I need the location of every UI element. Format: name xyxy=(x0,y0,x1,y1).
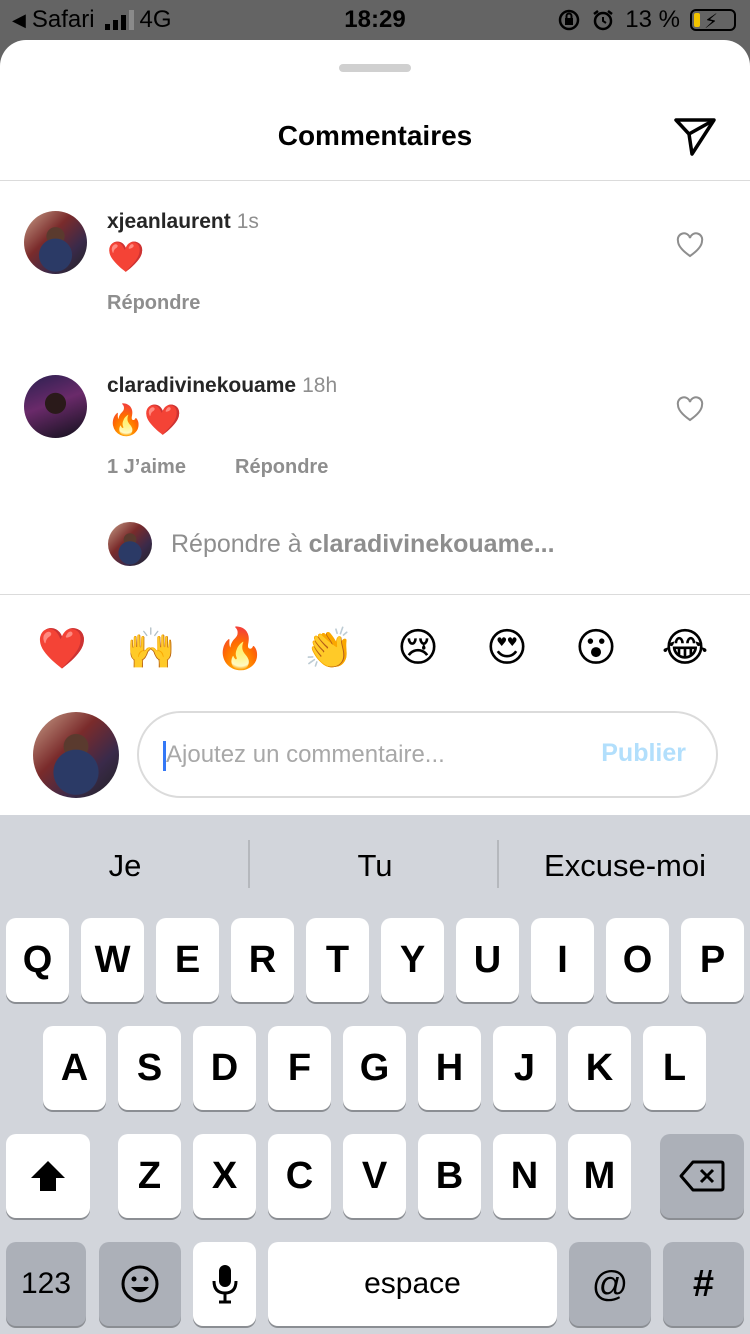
heart-icon[interactable] xyxy=(676,232,704,260)
prediction-2[interactable]: Tu xyxy=(250,848,500,884)
username-text[interactable]: claradivinekouame xyxy=(107,374,296,397)
prediction-divider xyxy=(497,840,499,888)
publish-button[interactable]: Publier xyxy=(601,739,686,768)
emoji-laughing[interactable]: 😂 xyxy=(655,625,715,671)
dictation-key[interactable] xyxy=(193,1242,256,1326)
key-p[interactable]: P xyxy=(681,918,744,1002)
comment-text: ❤️ xyxy=(107,241,145,274)
alarm-icon xyxy=(593,10,614,31)
likes-count[interactable]: 1 J’aime xyxy=(107,456,186,479)
comment-time: 1s xyxy=(236,210,259,233)
key-z[interactable]: Z xyxy=(118,1134,181,1218)
comment-username[interactable]: claradivinekouame 18h xyxy=(107,374,337,398)
comments-sheet: Commentaires xjeanlaurent 1s ❤️ Répondre … xyxy=(0,40,750,815)
key-q[interactable]: Q xyxy=(6,918,69,1002)
reply-prompt-target: claradivinekouame... xyxy=(308,530,555,558)
key-t[interactable]: T xyxy=(306,918,369,1002)
key-s[interactable]: S xyxy=(118,1026,181,1110)
key-j[interactable]: J xyxy=(493,1026,556,1110)
emoji-divider xyxy=(0,594,750,595)
username-text[interactable]: xjeanlaurent xyxy=(107,210,231,233)
shift-key[interactable] xyxy=(6,1134,90,1218)
avatar[interactable] xyxy=(24,211,87,274)
key-a[interactable]: A xyxy=(43,1026,106,1110)
emoji-surprised[interactable]: 😮 xyxy=(566,625,626,671)
delete-key[interactable] xyxy=(660,1134,744,1218)
key-g[interactable]: G xyxy=(343,1026,406,1110)
emoji-heart[interactable]: ❤️ xyxy=(32,625,92,672)
send-icon[interactable] xyxy=(670,112,718,160)
key-d[interactable]: D xyxy=(193,1026,256,1110)
emoji-clap[interactable]: 👏 xyxy=(299,625,359,672)
heart-icon[interactable] xyxy=(676,396,704,424)
emoji-raised-hands[interactable]: 🙌 xyxy=(121,625,181,672)
key-e[interactable]: E xyxy=(156,918,219,1002)
microphone-icon xyxy=(212,1265,237,1304)
key-f[interactable]: F xyxy=(268,1026,331,1110)
comment-text: 🔥❤️ xyxy=(107,404,182,437)
key-b[interactable]: B xyxy=(418,1134,481,1218)
key-o[interactable]: O xyxy=(606,918,669,1002)
comment-username[interactable]: xjeanlaurent 1s xyxy=(107,210,259,234)
sheet-grabber[interactable] xyxy=(339,64,411,72)
key-n[interactable]: N xyxy=(493,1134,556,1218)
numbers-key[interactable]: 123 xyxy=(6,1242,86,1326)
key-r[interactable]: R xyxy=(231,918,294,1002)
reply-prompt[interactable]: Répondre à claradivinekouame... xyxy=(171,530,555,559)
keyboard: Je Tu Excuse-moi Q W E R T Y U I O P A S… xyxy=(0,815,750,1334)
space-key[interactable]: espace xyxy=(268,1242,557,1326)
key-l[interactable]: L xyxy=(643,1026,706,1110)
hash-key[interactable]: # xyxy=(663,1242,744,1326)
composer-avatar xyxy=(33,712,119,798)
battery-icon: ⚡ xyxy=(690,9,736,33)
reply-button[interactable]: Répondre xyxy=(235,456,328,479)
comment-input[interactable] xyxy=(166,733,566,777)
emoji-fire[interactable]: 🔥 xyxy=(210,625,270,672)
backspace-icon xyxy=(679,1160,725,1192)
battery-percent: 13 % xyxy=(625,6,680,33)
comment-composer[interactable]: Publier xyxy=(137,711,718,798)
emoji-icon xyxy=(121,1265,159,1303)
prediction-3[interactable]: Excuse-moi xyxy=(500,848,750,884)
sheet-title: Commentaires xyxy=(277,120,473,151)
key-w[interactable]: W xyxy=(81,918,144,1002)
key-x[interactable]: X xyxy=(193,1134,256,1218)
comment-time: 18h xyxy=(302,374,338,397)
reply-button[interactable]: Répondre xyxy=(107,292,200,315)
key-y[interactable]: Y xyxy=(381,918,444,1002)
emoji-heart-eyes[interactable]: 😍 xyxy=(477,625,537,671)
status-right: 13 % ⚡ xyxy=(557,6,736,34)
key-c[interactable]: C xyxy=(268,1134,331,1218)
key-m[interactable]: M xyxy=(568,1134,631,1218)
key-h[interactable]: H xyxy=(418,1026,481,1110)
status-bar: ◀ Safari 4G 18:29 13 % ⚡ xyxy=(0,0,750,40)
emoji-crying[interactable]: 😢 xyxy=(388,625,448,671)
reply-avatar xyxy=(108,522,152,566)
shift-icon xyxy=(31,1161,65,1191)
avatar[interactable] xyxy=(24,375,87,438)
at-key[interactable]: @ xyxy=(569,1242,651,1326)
header-divider xyxy=(0,180,750,181)
orientation-lock-icon xyxy=(559,9,580,31)
key-u[interactable]: U xyxy=(456,918,519,1002)
key-i[interactable]: I xyxy=(531,918,594,1002)
emoji-bar: ❤️ 🙌 🔥 👏 😢 😍 😮 😂 xyxy=(0,625,750,675)
reply-prompt-prefix: Répondre à xyxy=(171,530,302,558)
emoji-keyboard-key[interactable] xyxy=(99,1242,181,1326)
key-k[interactable]: K xyxy=(568,1026,631,1110)
prediction-1[interactable]: Je xyxy=(0,848,250,884)
key-v[interactable]: V xyxy=(343,1134,406,1218)
